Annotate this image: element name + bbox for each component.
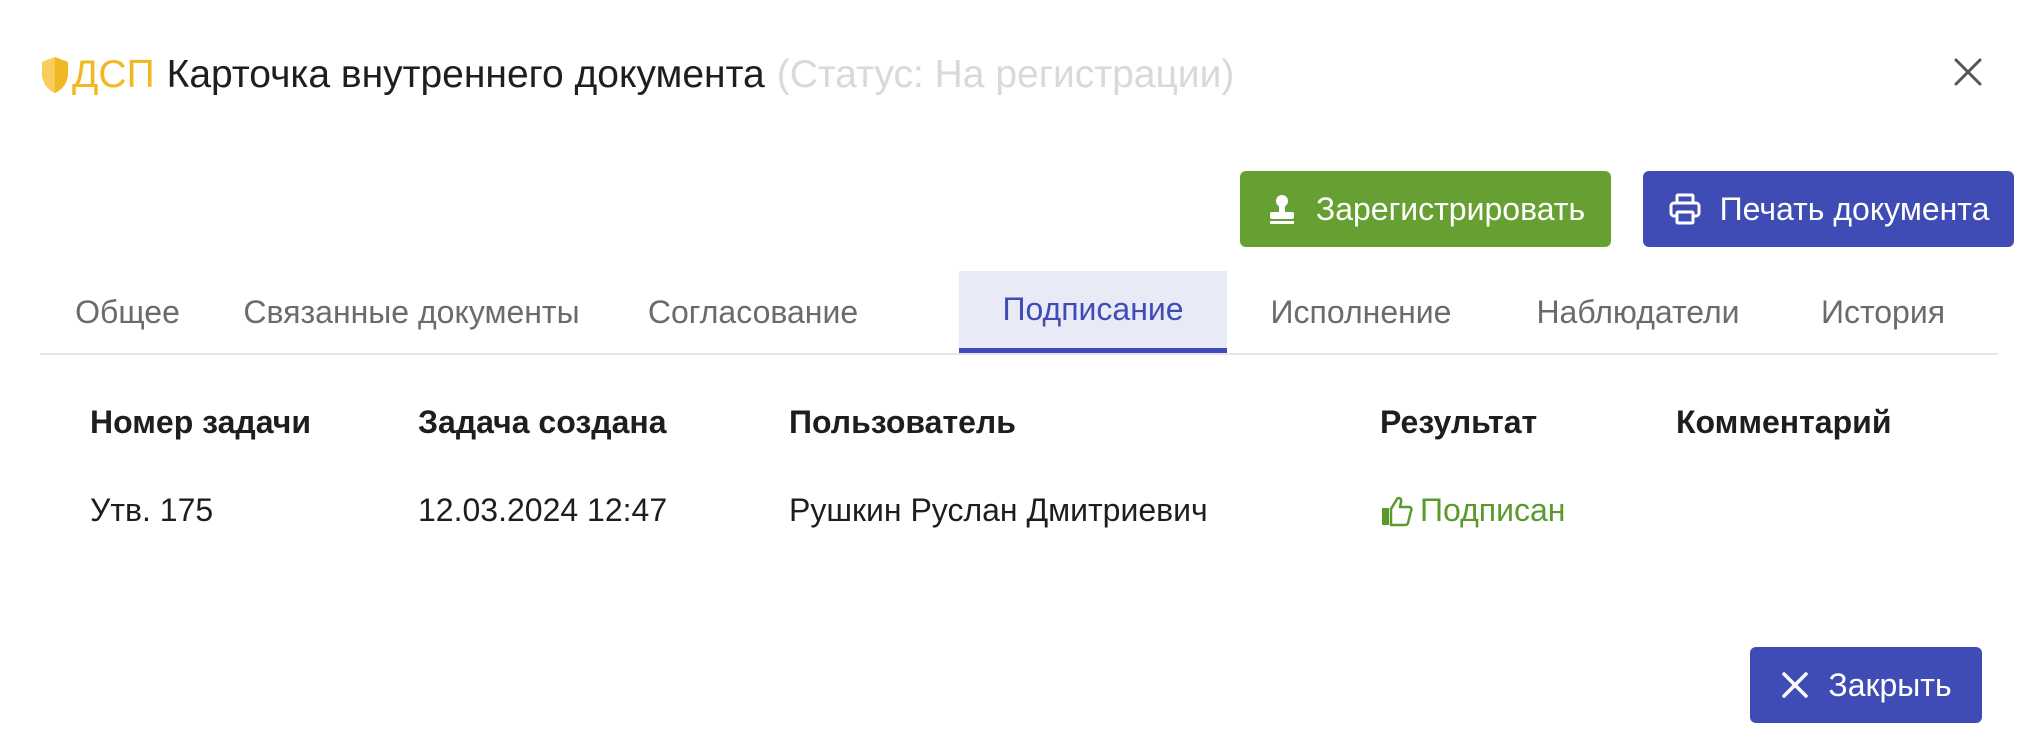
dialog-header: ДСП Карточка внутреннего документа (Стат… <box>40 48 1234 102</box>
document-card-dialog: ДСП Карточка внутреннего документа (Стат… <box>0 0 2038 746</box>
tab-label: Подписание <box>1002 291 1184 327</box>
column-header-user[interactable]: Пользователь <box>789 404 1016 441</box>
dsp-label: ДСП <box>72 53 155 96</box>
dsp-badge: ДСП <box>40 53 155 97</box>
cell-user: Рушкин Руслан Дмитриевич <box>789 492 1208 528</box>
tab-label: Связанные документы <box>243 293 580 330</box>
column-header-result[interactable]: Результат <box>1380 404 1537 441</box>
document-status: (Статус: На регистрации) <box>776 53 1235 96</box>
close-icon <box>1782 672 1809 698</box>
tab-label: Наблюдатели <box>1536 293 1740 330</box>
shield-icon <box>42 57 68 93</box>
stamp-icon <box>1269 195 1294 224</box>
thumbs-up-icon <box>1382 496 1413 526</box>
tab-history[interactable]: История <box>1778 271 1988 353</box>
tab-related-documents[interactable]: Связанные документы <box>215 271 608 353</box>
tab-label: Согласование <box>647 293 859 330</box>
tab-label: Исполнение <box>1270 293 1452 330</box>
tab-label: Общее <box>75 293 180 330</box>
tab-observers[interactable]: Наблюдатели <box>1498 271 1778 353</box>
tab-execution[interactable]: Исполнение <box>1227 271 1495 353</box>
cell-result: Подписан <box>1380 492 1565 529</box>
cell-created: 12.03.2024 12:47 <box>418 492 668 528</box>
close-icon[interactable] <box>1948 52 1988 92</box>
tab-signing[interactable]: Подписание <box>959 271 1227 353</box>
cell-task-number: Утв. 175 <box>90 492 214 528</box>
close-button[interactable]: Закрыть <box>1750 647 1982 723</box>
tab-label: История <box>1820 293 1946 330</box>
printer-icon <box>1669 193 1701 225</box>
column-header-created[interactable]: Задача создана <box>418 404 666 441</box>
column-header-task-number[interactable]: Номер задачи <box>90 404 311 441</box>
close-button-label: Закрыть <box>1828 666 1952 703</box>
print-document-button[interactable]: Печать документа <box>1643 171 2014 247</box>
dialog-title: Карточка внутреннего документа <box>166 53 765 96</box>
result-label: Подписан <box>1420 492 1566 528</box>
register-button-label: Зарегистрировать <box>1315 190 1586 227</box>
print-button-label: Печать документа <box>1719 190 1990 227</box>
tab-bar: Общее Связанные документы Согласование П… <box>40 271 1998 355</box>
column-header-comment[interactable]: Комментарий <box>1676 404 1891 441</box>
tab-approval[interactable]: Согласование <box>608 271 898 353</box>
register-button[interactable]: Зарегистрировать <box>1240 171 1611 247</box>
tab-general[interactable]: Общее <box>40 271 215 353</box>
